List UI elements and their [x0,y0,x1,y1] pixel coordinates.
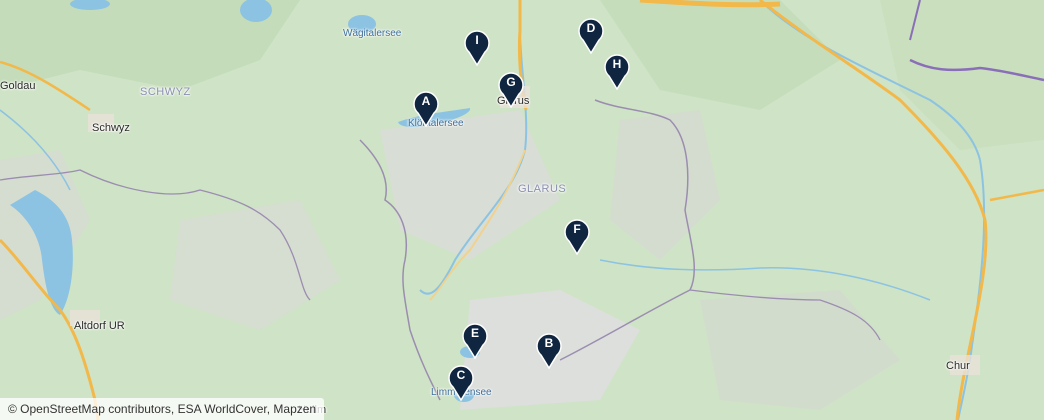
marker-letter: G [506,75,516,89]
basemap [0,0,1044,420]
map-marker-g[interactable]: G [496,70,526,108]
map-marker-h[interactable]: H [602,52,632,90]
marker-letter: I [475,33,479,47]
marker-letter: E [470,326,479,340]
marker-letter: A [421,94,431,108]
map-attribution: © OpenStreetMap contributors, ESA WorldC… [0,398,325,420]
marker-letter: B [544,336,554,350]
marker-letter: F [573,222,581,236]
map-marker-i[interactable]: I [462,28,492,66]
map-marker-d[interactable]: D [576,16,606,54]
map-marker-a[interactable]: A [411,89,441,127]
marker-letter: D [586,21,596,35]
map-marker-e[interactable]: E [460,321,490,359]
marker-letter: H [612,57,622,71]
marker-letter: C [456,368,466,382]
map-marker-b[interactable]: B [534,331,564,369]
map-marker-f[interactable]: F [562,217,592,255]
map-marker-c[interactable]: C [446,363,476,401]
map-view[interactable]: Goldau SCHWYZ Schwyz Wägitalersee Klönta… [0,0,1044,420]
